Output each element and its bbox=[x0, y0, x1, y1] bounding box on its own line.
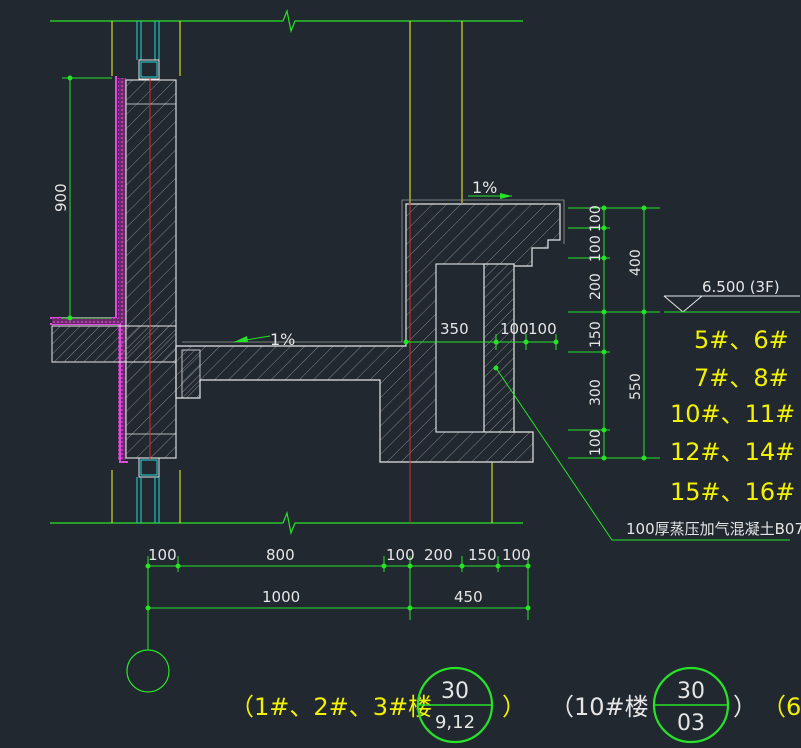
dim-bottom-100a: 100 bbox=[148, 546, 177, 564]
dim-bottom-1000: 1000 bbox=[262, 588, 300, 606]
insulation-layer bbox=[50, 76, 128, 463]
top-break-line bbox=[50, 8, 523, 34]
slope-label-roof: 1% bbox=[472, 178, 497, 197]
ref2-prefix: （10#楼 bbox=[550, 693, 649, 721]
ref2-bottom: 03 bbox=[677, 711, 705, 736]
ref1-suffix: ） bbox=[502, 693, 526, 721]
dim-right-300: 300 bbox=[588, 379, 604, 406]
dim-inner-350: 350 bbox=[440, 320, 469, 338]
axis-bubble bbox=[126, 649, 170, 693]
dim-bottom-100c: 100 bbox=[502, 546, 531, 564]
dim-right-550: 550 bbox=[628, 373, 644, 400]
dim-inner-100b: 100 bbox=[528, 320, 557, 338]
cad-drawing: 1% 1% 900 100 100 200 150 300 100 400 55… bbox=[50, 8, 801, 744]
dim-bottom-100b: 100 bbox=[386, 546, 415, 564]
ref1-top: 30 bbox=[441, 679, 469, 704]
building-line-4: 12#、14# bbox=[670, 438, 795, 466]
slope-label-slab: 1% bbox=[270, 330, 295, 349]
ref1-prefix: （1#、2#、3#楼 bbox=[230, 693, 432, 721]
ref2-suffix: ） bbox=[733, 693, 757, 721]
slope-arrow-roof: 1% bbox=[468, 178, 512, 199]
elevation-label: 6.500 (3F) bbox=[702, 278, 780, 296]
dim-bottom-row1-labels: 100 800 100 200 150 100 bbox=[148, 546, 531, 564]
bottom-break-line bbox=[50, 510, 523, 536]
ref2-top: 30 bbox=[677, 679, 705, 704]
ref1-bottom: 9,12 bbox=[435, 712, 475, 733]
dim-right-100a: 100 bbox=[588, 205, 604, 232]
building-list: 5#、6# 7#、8# 10#、11# 12#、14# 15#、16# bbox=[670, 326, 795, 506]
dim-inner-100a: 100 bbox=[500, 320, 529, 338]
dim-bottom-150: 150 bbox=[468, 546, 497, 564]
building-line-3: 10#、11# bbox=[670, 400, 795, 428]
aac-block bbox=[435, 263, 515, 433]
dim-right-150: 150 bbox=[588, 321, 604, 348]
dim-bottom-450: 450 bbox=[454, 588, 483, 606]
material-note: 100厚蒸压加气混凝土B07 bbox=[626, 520, 801, 538]
left-column bbox=[125, 79, 177, 459]
dim-right-100b: 100 bbox=[588, 235, 604, 262]
dim-bottom-800: 800 bbox=[266, 546, 295, 564]
dim-right-group bbox=[568, 205, 660, 461]
building-line-5: 15#、16# bbox=[670, 478, 795, 506]
elevation-marker bbox=[663, 295, 800, 313]
dim-bottom-row2 bbox=[145, 605, 531, 650]
dim-bottom-200: 200 bbox=[424, 546, 453, 564]
dim-right-200: 200 bbox=[588, 273, 604, 300]
dim-right-100c: 100 bbox=[588, 429, 604, 456]
building-line-2: 7#、8# bbox=[694, 364, 789, 392]
building-line-1: 5#、6# bbox=[694, 326, 789, 354]
dim-right-400: 400 bbox=[628, 249, 644, 276]
ref3-prefix: （6 bbox=[762, 693, 801, 721]
dim-left-900-label: 900 bbox=[52, 183, 70, 212]
